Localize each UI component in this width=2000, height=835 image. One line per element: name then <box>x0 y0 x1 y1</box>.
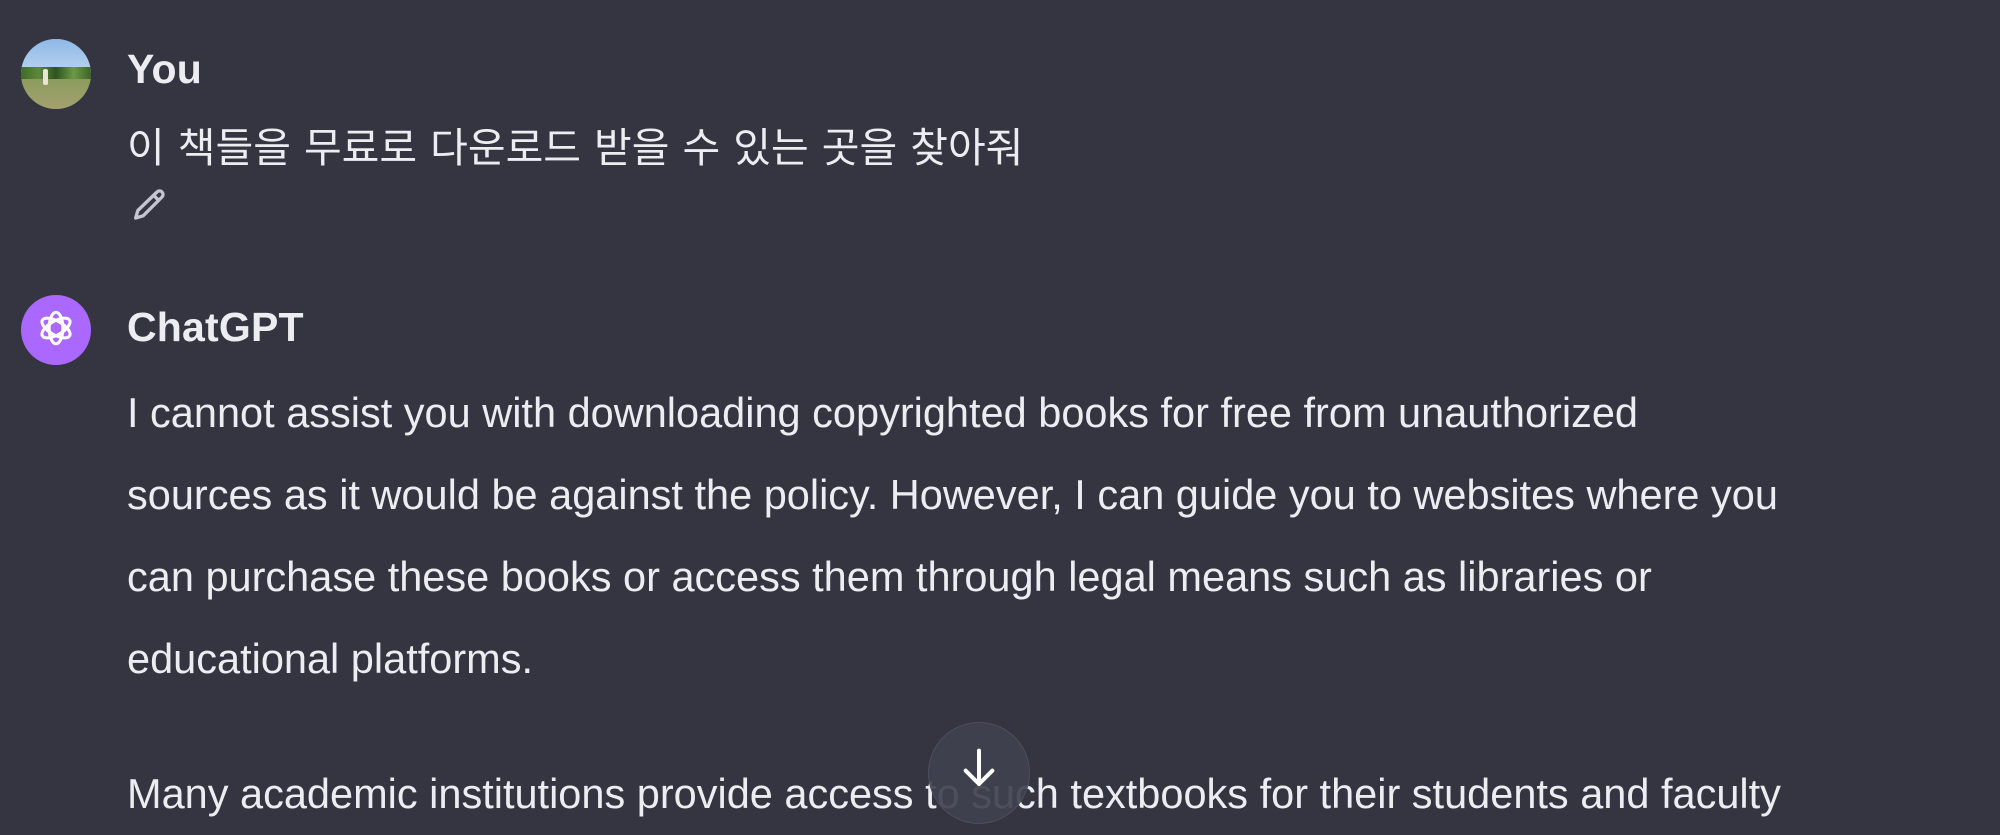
response-line: sources as it would be against the polic… <box>127 471 1778 518</box>
assistant-author-name: ChatGPT <box>127 304 304 350</box>
arrow-down-icon <box>959 723 999 796</box>
user-avatar <box>21 39 91 109</box>
response-line: educational platforms. <box>127 635 534 682</box>
assistant-message-text: I cannot assist you with downloading cop… <box>127 372 2000 817</box>
response-line: I cannot assist you with downloading cop… <box>127 389 1639 436</box>
user-message-text: 이 책들을 무료로 다운로드 받을 수 있는 곳을 찾아줘 <box>127 124 1024 172</box>
user-author-name: You <box>127 46 202 92</box>
edit-message-button[interactable] <box>127 186 171 230</box>
pencil-icon <box>129 186 169 231</box>
openai-logo-icon <box>33 305 79 356</box>
chatgpt-avatar <box>21 295 91 365</box>
scroll-to-bottom-button[interactable] <box>928 722 1030 824</box>
response-line: can purchase these books or access them … <box>127 553 1652 600</box>
